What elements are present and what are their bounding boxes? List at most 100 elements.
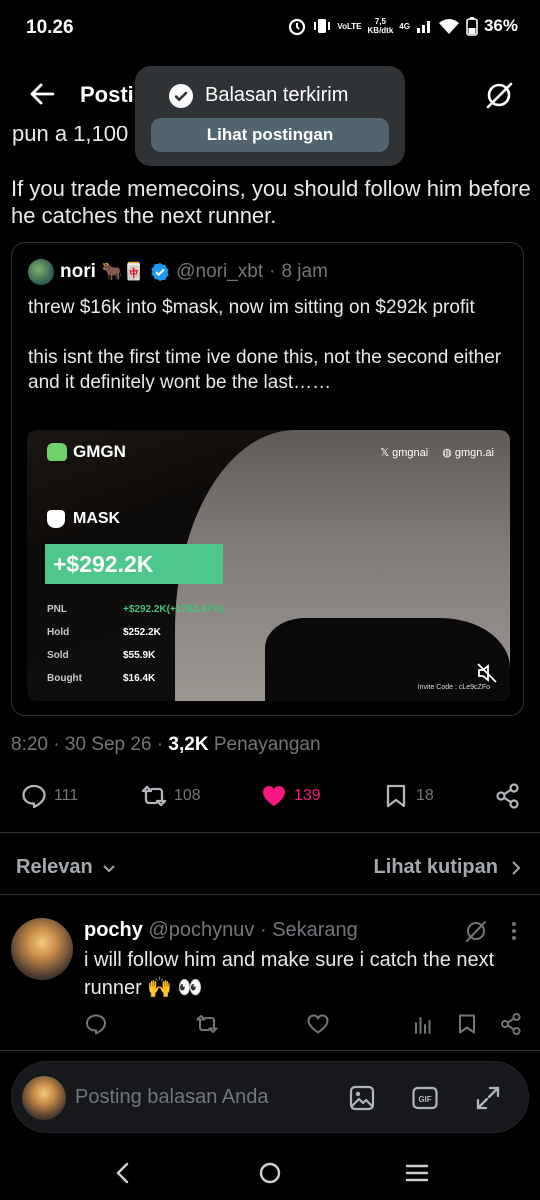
view-quotes-link[interactable]: Lihat kutipan: [374, 856, 522, 879]
reply-icon: [22, 784, 46, 809]
views-label: Penayangan: [213, 734, 321, 755]
reply-input-placeholder[interactable]: Posting balasan Anda: [75, 1086, 269, 1109]
sort-label: Relevan: [16, 856, 93, 878]
repost-count: 108: [174, 787, 201, 804]
repost-icon[interactable]: [195, 1012, 219, 1036]
bookmark-icon[interactable]: [455, 1012, 479, 1036]
check-circle-icon: [169, 84, 193, 108]
vibrate-icon: [314, 19, 331, 33]
heart-icon: [263, 786, 285, 806]
stat-row: Sold $55.9K: [47, 650, 156, 661]
quote-author-emoji: 🐂🀄: [101, 262, 145, 281]
token-label: MASK: [47, 510, 120, 528]
quote-time: 8 jam: [281, 261, 328, 282]
chevron-down-icon: [103, 864, 115, 872]
quote-header: nori 🐂🀄 @nori_xbt · 8 jam: [28, 259, 328, 285]
chevron-right-icon: [512, 860, 521, 875]
bookmark-icon: [386, 784, 406, 808]
pnl-highlight: +$292.2K: [45, 544, 223, 584]
reply-header: pochy @pochynuv · Sekarang: [84, 919, 358, 941]
quote-author-handle: @nori_xbt: [176, 261, 264, 282]
divider: [0, 1050, 540, 1051]
battery-percent: 36%: [483, 16, 518, 35]
views-count[interactable]: 3,2K: [168, 734, 208, 755]
analytics-icon[interactable]: [411, 1012, 435, 1036]
tweet-date: 30 Sep 26: [64, 734, 152, 755]
like-count: 139: [294, 787, 321, 804]
sort-dropdown[interactable]: Relevan: [16, 856, 117, 879]
reply-actions: [0, 1010, 540, 1040]
tweet-text: If you trade memecoins, you should follo…: [11, 176, 531, 228]
quote-text: threw $16k into $mask, now im sitting on…: [28, 295, 513, 395]
system-nav-bar: [0, 1146, 540, 1200]
quote-author-name[interactable]: nori: [60, 261, 96, 283]
reply-sent-toast: Balasan terkirim Lihat postingan: [135, 66, 405, 166]
volte-indicator: VoLTE: [337, 21, 362, 31]
gmgn-links: 𝕏 gmgnai ◍ gmgn.ai: [380, 447, 494, 459]
grok-icon[interactable]: [484, 80, 514, 110]
status-time: 10.26: [26, 17, 74, 38]
view-post-button[interactable]: Lihat postingan: [151, 118, 389, 152]
verified-badge-icon: [151, 263, 169, 281]
reply-composer[interactable]: Posting balasan Anda GIF: [11, 1061, 529, 1133]
quote-avatar[interactable]: [28, 259, 54, 285]
tweet-partial-line: pun a 1,100: [12, 126, 129, 146]
image-icon[interactable]: [348, 1084, 376, 1112]
nav-home-icon[interactable]: [257, 1160, 283, 1186]
toast-message: Balasan terkirim: [205, 84, 349, 106]
frog-icon: [47, 443, 67, 461]
share-button[interactable]: [494, 778, 522, 814]
nav-back-icon[interactable]: [110, 1160, 136, 1186]
tweet-time: 8:20: [11, 734, 48, 755]
battery-icon: [466, 17, 478, 36]
like-button[interactable]: 139: [260, 778, 321, 814]
divider: [0, 832, 540, 833]
view-quotes-label: Lihat kutipan: [373, 856, 498, 878]
stat-row: Hold $252.2K: [47, 627, 161, 638]
reply-avatar[interactable]: [11, 918, 73, 980]
nav-recents-icon[interactable]: [404, 1160, 430, 1186]
invite-code: Invite Code : cLe9cZFo: [417, 684, 490, 691]
tweet-meta: 8:20 · 30 Sep 26 · 3,2K Penayangan: [11, 734, 321, 755]
stat-row: PNL +$292.2K(+1782.47%): [47, 604, 225, 615]
share-icon: [496, 783, 519, 809]
quote-paragraph-2: this isnt the first time ive done this, …: [28, 347, 502, 393]
quote-paragraph-1: threw $16k into $mask, now im sitting on…: [28, 297, 475, 318]
quote-media-video[interactable]: GMGN 𝕏 gmgnai ◍ gmgn.ai MASK +$292.2K PN…: [27, 430, 510, 701]
reply-author-name[interactable]: pochy: [84, 919, 143, 941]
svg-text:GIF: GIF: [418, 1095, 431, 1104]
bookmark-count: 18: [416, 787, 434, 804]
wifi-icon: [438, 19, 459, 34]
net-speed: 7,5 KB/dtk: [367, 17, 394, 35]
reply-count: 111: [54, 787, 79, 804]
reply-author-handle: @pochynuv: [148, 919, 255, 941]
reply-button[interactable]: 111: [20, 778, 78, 814]
expand-icon[interactable]: [474, 1084, 502, 1112]
stat-row: Bought $16.4K: [47, 673, 156, 684]
status-bar: 10.26 VoLTE 7,5 KB/dtk 4G 36%: [0, 0, 540, 56]
pnl-stats: PNL +$292.2K(+1782.47%) Hold $252.2K Sold $…: [47, 598, 224, 690]
divider: [0, 894, 540, 895]
quoted-tweet[interactable]: nori 🐂🀄 @nori_xbt · 8 jam threw $16k int…: [11, 242, 524, 716]
repost-button[interactable]: 108: [140, 778, 201, 814]
heart-icon[interactable]: [306, 1012, 330, 1036]
grok-icon[interactable]: [463, 918, 489, 944]
signal-icon: [416, 21, 430, 33]
reply-icon[interactable]: [84, 1012, 108, 1036]
alarm-icon: [289, 18, 306, 36]
network-type: 4G: [399, 21, 410, 31]
bookmark-button[interactable]: 18: [382, 778, 434, 814]
gmgn-logo: GMGN: [47, 442, 126, 462]
mute-icon[interactable]: [476, 662, 498, 684]
share-icon[interactable]: [499, 1012, 523, 1036]
reply-text: i will follow him and make sure i catch …: [84, 949, 495, 999]
composer-avatar: [22, 1076, 66, 1120]
page-title: Postingan: [80, 82, 140, 107]
reply-time: Sekarang: [272, 919, 358, 941]
tweet-actions: 111 108 139 18: [0, 778, 540, 818]
more-options-icon[interactable]: [506, 920, 522, 942]
mask-icon: [47, 510, 65, 528]
gif-icon[interactable]: GIF: [411, 1084, 439, 1112]
back-arrow-icon[interactable]: [28, 80, 56, 108]
repost-icon: [141, 785, 167, 807]
